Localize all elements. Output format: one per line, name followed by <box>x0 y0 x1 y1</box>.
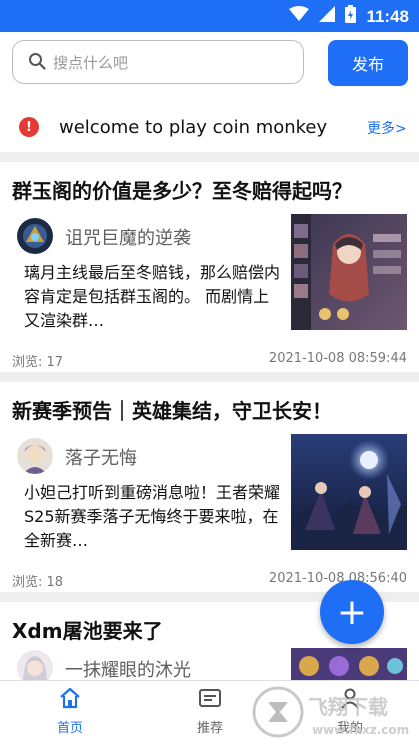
post-thumbnail[interactable] <box>291 214 407 330</box>
nav-label: 推荐 <box>196 721 223 736</box>
post-thumbnail[interactable] <box>291 648 407 680</box>
home-icon <box>59 687 81 713</box>
post-card[interactable]: 新赛季预告｜英雄集结，守卫长安！ 落子无悔 小妲己打听到重磅消息啦！王者荣耀S2… <box>0 382 419 592</box>
notice-bar[interactable]: ! welcome to play coin monkey 更多> <box>0 104 419 152</box>
search-input[interactable]: 搜点什么吧 <box>12 40 304 84</box>
post-author: 诅咒巨魔的逆袭 <box>65 228 191 249</box>
watermark-url: www.fxxz.com <box>312 723 409 737</box>
notice-text: welcome to play coin monkey <box>59 117 328 138</box>
watermark: 飞翔下载 www.fxxz.com <box>250 684 415 740</box>
nav-item-home[interactable]: 首页 <box>35 687 105 736</box>
post-title: 新赛季预告｜英雄集结，守卫长安！ <box>12 399 332 423</box>
divider <box>0 152 419 162</box>
signal-icon <box>319 6 336 27</box>
divider <box>0 372 419 382</box>
watermark-brand: 飞翔下载 <box>308 695 388 719</box>
notice-more-link[interactable]: 更多> <box>367 118 407 138</box>
search-placeholder: 搜点什么吧 <box>53 54 129 72</box>
post-title: Xdm屠池要来了 <box>12 619 163 643</box>
post-author: 落子无悔 <box>65 448 137 469</box>
avatar[interactable] <box>17 650 53 680</box>
battery-icon <box>345 5 357 28</box>
post-views: 浏览: 18 <box>12 575 64 590</box>
nav-item-recommend[interactable]: 推荐 <box>175 687 245 736</box>
search-icon <box>28 52 46 74</box>
alert-icon: ! <box>19 117 39 137</box>
status-bar: 11:48 <box>0 0 419 32</box>
post-thumbnail[interactable] <box>291 434 407 550</box>
status-time: 11:48 <box>366 6 409 26</box>
publish-button[interactable]: 发布 <box>328 40 408 86</box>
wifi-icon <box>289 6 310 27</box>
post-summary: 璃月主线最后至冬赔钱，那么赔偿内容肯定是包括群玉阁的。 而剧情上又渲染群… <box>24 263 281 330</box>
search-header: 搜点什么吧 发布 <box>0 32 419 104</box>
post-summary: 小妲己打听到重磅消息啦！王者荣耀S25新赛季落子无悔终于要来啦，在全新赛… <box>24 483 281 550</box>
post-time: 2021-10-08 08:59:44 <box>268 351 407 366</box>
post-views: 浏览: 17 <box>12 355 64 370</box>
post-author: 一抹耀眼的沐光 <box>65 660 191 680</box>
nav-label: 首页 <box>56 721 83 736</box>
recommend-icon <box>198 689 222 713</box>
add-post-button[interactable]: + <box>320 580 384 644</box>
status-icons: 11:48 <box>289 5 409 28</box>
avatar[interactable] <box>17 438 53 474</box>
avatar[interactable] <box>17 218 53 254</box>
post-card[interactable]: 群玉阁的价值是多少？至冬赔得起吗？ 诅咒巨魔的逆袭 璃月主线最后至冬赔钱，那么赔… <box>0 162 419 372</box>
post-title: 群玉阁的价值是多少？至冬赔得起吗？ <box>12 179 352 203</box>
